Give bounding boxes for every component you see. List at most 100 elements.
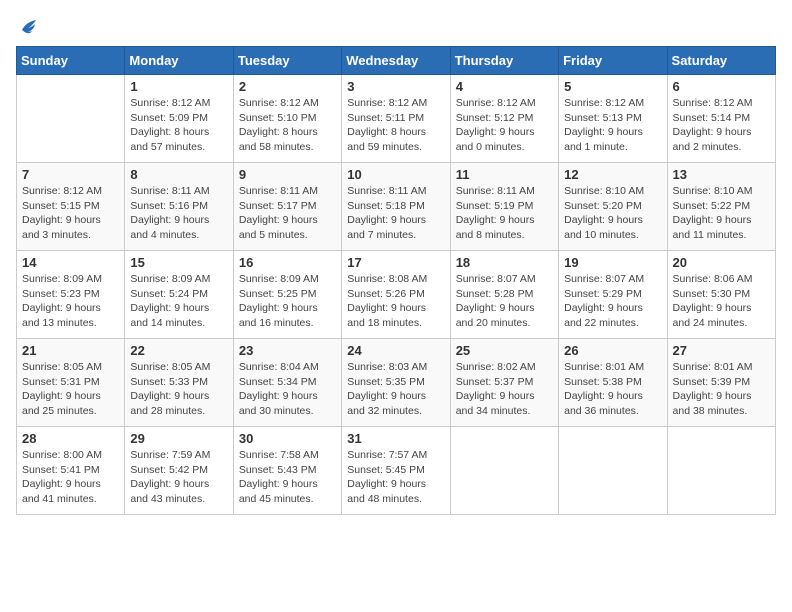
calendar-day-cell: 5Sunrise: 8:12 AM Sunset: 5:13 PM Daylig… bbox=[559, 75, 667, 163]
day-info: Sunrise: 8:12 AM Sunset: 5:12 PM Dayligh… bbox=[456, 96, 553, 155]
calendar-day-cell: 14 Sunrise: 8:09 AM Sunset: 5:23 PM Dayli… bbox=[17, 251, 125, 339]
day-info: Sunrise: 8:05 AM Sunset: 5:33 PM Dayligh… bbox=[130, 360, 227, 419]
page-header bbox=[16, 16, 776, 38]
day-info: Sunrise: 8:09 AM Sunset: 5:23 PM Dayligh… bbox=[22, 272, 119, 331]
day-number: 13 bbox=[673, 167, 770, 182]
day-number: 3 bbox=[347, 79, 444, 94]
day-number: 7 bbox=[22, 167, 119, 182]
calendar-day-cell: 20Sunrise: 8:06 AM Sunset: 5:30 PM Dayli… bbox=[667, 251, 775, 339]
weekday-header-row: SundayMondayTuesdayWednesdayThursdayFrid… bbox=[17, 47, 776, 75]
calendar-day-cell: 12Sunrise: 8:10 AM Sunset: 5:20 PM Dayli… bbox=[559, 163, 667, 251]
day-info: Sunrise: 7:58 AM Sunset: 5:43 PM Dayligh… bbox=[239, 448, 336, 507]
calendar-day-cell: 15Sunrise: 8:09 AM Sunset: 5:24 PM Dayli… bbox=[125, 251, 233, 339]
logo bbox=[16, 16, 40, 38]
day-number: 27 bbox=[673, 343, 770, 358]
day-info: Sunrise: 8:06 AM Sunset: 5:30 PM Dayligh… bbox=[673, 272, 770, 331]
day-number: 19 bbox=[564, 255, 661, 270]
day-info: Sunrise: 8:09 AM Sunset: 5:25 PM Dayligh… bbox=[239, 272, 336, 331]
calendar-day-cell: 29 Sunrise: 7:59 AM Sunset: 5:42 PM Dayli… bbox=[125, 427, 233, 515]
day-info: Sunrise: 8:10 AM Sunset: 5:20 PM Dayligh… bbox=[564, 184, 661, 243]
day-number: 9 bbox=[239, 167, 336, 182]
day-info: Sunrise: 8:01 AM Sunset: 5:39 PM Dayligh… bbox=[673, 360, 770, 419]
calendar-day-cell: 26 Sunrise: 8:01 AM Sunset: 5:38 PM Dayli… bbox=[559, 339, 667, 427]
calendar-day-cell: 17 Sunrise: 8:08 AM Sunset: 5:26 PM Dayli… bbox=[342, 251, 450, 339]
logo-bird-icon bbox=[18, 16, 40, 38]
day-number: 24 bbox=[347, 343, 444, 358]
day-info: Sunrise: 8:07 AM Sunset: 5:29 PM Dayligh… bbox=[564, 272, 661, 331]
calendar-day-cell: 7 Sunrise: 8:12 AM Sunset: 5:15 PM Daylig… bbox=[17, 163, 125, 251]
day-number: 10 bbox=[347, 167, 444, 182]
calendar-day-cell: 28 Sunrise: 8:00 AM Sunset: 5:41 PM Dayli… bbox=[17, 427, 125, 515]
day-number: 28 bbox=[22, 431, 119, 446]
day-info: Sunrise: 8:04 AM Sunset: 5:34 PM Dayligh… bbox=[239, 360, 336, 419]
calendar-day-cell: 18Sunrise: 8:07 AM Sunset: 5:28 PM Dayli… bbox=[450, 251, 558, 339]
day-number: 14 bbox=[22, 255, 119, 270]
calendar-day-cell: 6 Sunrise: 8:12 AM Sunset: 5:14 PM Daylig… bbox=[667, 75, 775, 163]
day-info: Sunrise: 8:12 AM Sunset: 5:15 PM Dayligh… bbox=[22, 184, 119, 243]
calendar-day-cell: 4 Sunrise: 8:12 AM Sunset: 5:12 PM Daylig… bbox=[450, 75, 558, 163]
day-info: Sunrise: 8:12 AM Sunset: 5:14 PM Dayligh… bbox=[673, 96, 770, 155]
calendar-day-cell: 27 Sunrise: 8:01 AM Sunset: 5:39 PM Dayli… bbox=[667, 339, 775, 427]
day-number: 30 bbox=[239, 431, 336, 446]
day-info: Sunrise: 7:59 AM Sunset: 5:42 PM Dayligh… bbox=[130, 448, 227, 507]
calendar-day-cell bbox=[17, 75, 125, 163]
day-info: Sunrise: 8:09 AM Sunset: 5:24 PM Dayligh… bbox=[130, 272, 227, 331]
day-number: 8 bbox=[130, 167, 227, 182]
calendar-day-cell bbox=[559, 427, 667, 515]
day-info: Sunrise: 8:08 AM Sunset: 5:26 PM Dayligh… bbox=[347, 272, 444, 331]
calendar-week-row: 1 Sunrise: 8:12 AM Sunset: 5:09 PM Daylig… bbox=[17, 75, 776, 163]
day-info: Sunrise: 8:12 AM Sunset: 5:10 PM Dayligh… bbox=[239, 96, 336, 155]
day-info: Sunrise: 8:00 AM Sunset: 5:41 PM Dayligh… bbox=[22, 448, 119, 507]
day-info: Sunrise: 8:12 AM Sunset: 5:09 PM Dayligh… bbox=[130, 96, 227, 155]
day-info: Sunrise: 8:11 AM Sunset: 5:17 PM Dayligh… bbox=[239, 184, 336, 243]
day-info: Sunrise: 8:03 AM Sunset: 5:35 PM Dayligh… bbox=[347, 360, 444, 419]
day-number: 17 bbox=[347, 255, 444, 270]
calendar-week-row: 21Sunrise: 8:05 AM Sunset: 5:31 PM Dayli… bbox=[17, 339, 776, 427]
day-number: 18 bbox=[456, 255, 553, 270]
day-number: 6 bbox=[673, 79, 770, 94]
calendar-day-cell: 19 Sunrise: 8:07 AM Sunset: 5:29 PM Dayli… bbox=[559, 251, 667, 339]
calendar-day-cell: 1 Sunrise: 8:12 AM Sunset: 5:09 PM Daylig… bbox=[125, 75, 233, 163]
calendar-day-cell bbox=[450, 427, 558, 515]
day-info: Sunrise: 8:01 AM Sunset: 5:38 PM Dayligh… bbox=[564, 360, 661, 419]
calendar-day-cell: 16 Sunrise: 8:09 AM Sunset: 5:25 PM Dayli… bbox=[233, 251, 341, 339]
day-number: 31 bbox=[347, 431, 444, 446]
weekday-header-sunday: Sunday bbox=[17, 47, 125, 75]
day-info: Sunrise: 8:11 AM Sunset: 5:16 PM Dayligh… bbox=[130, 184, 227, 243]
day-info: Sunrise: 8:02 AM Sunset: 5:37 PM Dayligh… bbox=[456, 360, 553, 419]
day-number: 16 bbox=[239, 255, 336, 270]
calendar-day-cell: 30 Sunrise: 7:58 AM Sunset: 5:43 PM Dayli… bbox=[233, 427, 341, 515]
calendar-day-cell: 31Sunrise: 7:57 AM Sunset: 5:45 PM Dayli… bbox=[342, 427, 450, 515]
calendar-day-cell: 21Sunrise: 8:05 AM Sunset: 5:31 PM Dayli… bbox=[17, 339, 125, 427]
calendar-day-cell: 10Sunrise: 8:11 AM Sunset: 5:18 PM Dayli… bbox=[342, 163, 450, 251]
day-info: Sunrise: 8:10 AM Sunset: 5:22 PM Dayligh… bbox=[673, 184, 770, 243]
day-info: Sunrise: 8:11 AM Sunset: 5:19 PM Dayligh… bbox=[456, 184, 553, 243]
calendar-day-cell: 24 Sunrise: 8:03 AM Sunset: 5:35 PM Dayli… bbox=[342, 339, 450, 427]
weekday-header-wednesday: Wednesday bbox=[342, 47, 450, 75]
calendar-day-cell: 13 Sunrise: 8:10 AM Sunset: 5:22 PM Dayli… bbox=[667, 163, 775, 251]
calendar-day-cell: 23Sunrise: 8:04 AM Sunset: 5:34 PM Dayli… bbox=[233, 339, 341, 427]
calendar-week-row: 7 Sunrise: 8:12 AM Sunset: 5:15 PM Daylig… bbox=[17, 163, 776, 251]
calendar-day-cell: 9 Sunrise: 8:11 AM Sunset: 5:17 PM Daylig… bbox=[233, 163, 341, 251]
day-number: 1 bbox=[130, 79, 227, 94]
day-info: Sunrise: 8:05 AM Sunset: 5:31 PM Dayligh… bbox=[22, 360, 119, 419]
weekday-header-saturday: Saturday bbox=[667, 47, 775, 75]
day-number: 26 bbox=[564, 343, 661, 358]
day-info: Sunrise: 8:12 AM Sunset: 5:11 PM Dayligh… bbox=[347, 96, 444, 155]
weekday-header-tuesday: Tuesday bbox=[233, 47, 341, 75]
day-number: 4 bbox=[456, 79, 553, 94]
day-number: 25 bbox=[456, 343, 553, 358]
calendar-week-row: 14 Sunrise: 8:09 AM Sunset: 5:23 PM Dayli… bbox=[17, 251, 776, 339]
calendar-table: SundayMondayTuesdayWednesdayThursdayFrid… bbox=[16, 46, 776, 515]
day-number: 2 bbox=[239, 79, 336, 94]
calendar-day-cell: 22 Sunrise: 8:05 AM Sunset: 5:33 PM Dayli… bbox=[125, 339, 233, 427]
weekday-header-friday: Friday bbox=[559, 47, 667, 75]
day-number: 29 bbox=[130, 431, 227, 446]
calendar-day-cell: 25 Sunrise: 8:02 AM Sunset: 5:37 PM Dayli… bbox=[450, 339, 558, 427]
day-number: 11 bbox=[456, 167, 553, 182]
weekday-header-monday: Monday bbox=[125, 47, 233, 75]
calendar-week-row: 28 Sunrise: 8:00 AM Sunset: 5:41 PM Dayli… bbox=[17, 427, 776, 515]
calendar-day-cell bbox=[667, 427, 775, 515]
day-number: 22 bbox=[130, 343, 227, 358]
calendar-day-cell: 11 Sunrise: 8:11 AM Sunset: 5:19 PM Dayli… bbox=[450, 163, 558, 251]
